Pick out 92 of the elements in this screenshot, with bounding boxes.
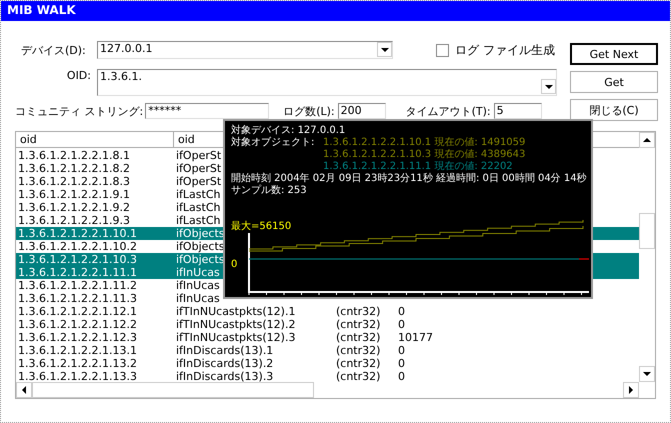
table-cell: ifInDiscards(13).3 <box>176 370 274 383</box>
timeout-label: タイムアウト(T): <box>406 104 491 118</box>
table-cell: ifOperSt <box>176 149 222 162</box>
table-cell: ifTInNUcastpkts(12).1 <box>176 305 296 318</box>
object-reading: 1.3.6.1.2.1.2.2.1.10.3 現在の値: 4389643 <box>323 149 526 161</box>
table-cell: ifInUcas <box>176 279 220 292</box>
table-cell: 1.3.6.1.2.1.2.2.1.8.3 <box>18 175 130 188</box>
table-cell: 1.3.6.1.2.1.2.2.1.10.2 <box>18 240 137 253</box>
table-cell: ifObjects <box>176 253 224 266</box>
device-value: 127.0.0.1 <box>298 125 346 137</box>
table-cell: ifLastCh <box>176 188 220 201</box>
log-count-label: ログ数(L): <box>283 104 335 118</box>
object-reading: 1.3.6.1.2.1.2.2.1.11.1 現在の値: 22202 <box>323 161 513 172</box>
table-row[interactable]: 1.3.6.1.2.1.2.2.1.12.3 ifTInNUcastpkts(12).3 (cntr32) 10177 <box>16 331 639 344</box>
dialog-button[interactable]: 閉じる(C) <box>570 99 658 121</box>
community-field[interactable]: ****** <box>145 103 270 119</box>
table-cell: 1.3.6.1.2.1.2.2.1.9.3 <box>18 214 130 227</box>
table-cell: 1.3.6.1.2.1.2.2.1.13.1 <box>18 344 137 357</box>
table-cell: 0 <box>398 357 405 370</box>
current-marker <box>578 258 590 260</box>
table-cell: 1.3.6.1.2.1.2.2.1.10.1 <box>18 227 137 240</box>
objects-label: 対象オブジェクト: <box>231 137 314 148</box>
log-file-label: ログ ファイル生成 <box>455 42 555 58</box>
table-cell: 1.3.6.1.2.1.2.2.1.8.1 <box>18 149 130 162</box>
log-file-checkbox[interactable] <box>436 44 449 56</box>
table-cell: (cntr32) <box>336 344 380 357</box>
timeout-spinbox[interactable]: 5 <box>494 103 542 119</box>
table-cell: 1.3.6.1.2.1.2.2.1.12.2 <box>18 318 137 331</box>
table-cell: 1.3.6.1.2.1.2.2.1.12.3 <box>18 331 137 344</box>
table-cell: 1.3.6.1.2.1.2.2.1.11.1 <box>18 266 137 279</box>
oid-combobox[interactable]: 1.3.6.1. <box>97 69 557 96</box>
horizontal-scrollbar[interactable] <box>16 382 639 398</box>
device-label: デバイス(D): <box>20 42 87 58</box>
window-title: MIB WALK <box>7 3 76 17</box>
table-cell: (cntr32) <box>336 370 380 383</box>
table-cell: ifInDiscards(13).1 <box>176 344 274 357</box>
table-row[interactable]: 1.3.6.1.2.1.2.2.1.12.1 ifTInNUcastpkts(12).1 (cntr32) 0 <box>16 305 639 318</box>
community-label: コミュニティ ストリング: <box>15 104 144 118</box>
table-cell: ifObjects <box>176 240 224 253</box>
table-cell: ifInUcas <box>176 292 220 305</box>
table-cell: (cntr32) <box>336 357 380 370</box>
scroll-down-icon[interactable] <box>639 366 655 382</box>
scroll-right-icon[interactable] <box>623 382 639 398</box>
table-cell: ifTInNUcastpkts(12).3 <box>176 331 296 344</box>
table-cell: 1.3.6.1.2.1.2.2.1.12.1 <box>18 305 137 318</box>
table-cell: ifTInNUcastpkts(12).2 <box>176 318 296 331</box>
device-label: 対象デバイス: <box>231 125 294 136</box>
table-cell: (cntr32) <box>336 305 380 318</box>
table-cell: 1.3.6.1.2.1.2.2.1.10.3 <box>18 253 137 266</box>
table-row[interactable]: 1.3.6.1.2.1.2.2.1.13.1 ifInDiscards(13).1 (cntr32) 0 <box>16 344 639 357</box>
table-cell: ifObjects <box>176 227 224 240</box>
table-cell: ifInDiscards(13).2 <box>176 357 274 370</box>
table-cell: (cntr32) <box>336 318 380 331</box>
table-cell: 0 <box>398 318 405 331</box>
table-cell: ifLastCh <box>176 201 220 214</box>
column-header[interactable]: oid <box>16 132 174 147</box>
table-row[interactable]: 1.3.6.1.2.1.2.2.1.13.2 ifInDiscards(13).2 (cntr32) 0 <box>16 357 639 370</box>
oid-label: OID: <box>66 69 92 82</box>
table-cell: 1.3.6.1.2.1.2.2.1.9.1 <box>18 188 130 201</box>
table-cell: 1.3.6.1.2.1.2.2.1.9.2 <box>18 201 130 214</box>
table-cell: ifInUcas <box>176 266 220 279</box>
scroll-up-icon[interactable] <box>639 132 655 148</box>
dialog-button[interactable]: Get <box>570 71 658 93</box>
device-value: 127.0.0.1 <box>100 42 152 55</box>
table-cell: (cntr32) <box>336 331 380 344</box>
scroll-left-icon[interactable] <box>16 382 32 398</box>
table-cell: ifOperSt <box>176 162 222 175</box>
table-cell: 1.3.6.1.2.1.2.2.1.8.2 <box>18 162 130 175</box>
table-cell: 0 <box>398 344 405 357</box>
log-count-spinbox[interactable]: 200 <box>338 103 386 119</box>
time-info: 開始時刻 2004年 02月 09日 23時23分11秒 経過時間: 0日 00時間 04分 14秒 <box>231 173 585 184</box>
object-reading: 1.3.6.1.2.1.2.2.1.10.1 現在の値: 1491059 <box>323 137 526 149</box>
scroll-thumb[interactable] <box>32 382 314 398</box>
table-cell: 1.3.6.1.2.1.2.2.1.13.3 <box>18 370 137 383</box>
table-row[interactable]: 1.3.6.1.2.1.2.2.1.12.2 ifTInNUcastpkts(12).2 (cntr32) 0 <box>16 318 639 331</box>
oid-value: 1.3.6.1. <box>100 70 142 83</box>
table-cell: 10177 <box>398 331 433 344</box>
dialog-button[interactable]: Get Next <box>570 43 658 65</box>
table-cell: ifOperSt <box>176 175 222 188</box>
table-cell: 0 <box>398 305 405 318</box>
table-cell: 1.3.6.1.2.1.2.2.1.11.3 <box>18 292 137 305</box>
scroll-thumb[interactable] <box>639 213 655 249</box>
zero-label: 0 <box>231 259 238 270</box>
table-cell: 1.3.6.1.2.1.2.2.1.13.2 <box>18 357 137 370</box>
device-combobox[interactable]: 127.0.0.1 <box>97 41 393 59</box>
table-row[interactable]: 1.3.6.1.2.1.2.2.1.13.3 ifInDiscards(13).3 (cntr32) 0 <box>16 370 639 383</box>
vertical-scrollbar[interactable] <box>639 132 655 382</box>
max-label: 最大=56150 <box>231 219 294 233</box>
table-cell: 1.3.6.1.2.1.2.2.1.11.2 <box>18 279 137 292</box>
table-cell: 0 <box>398 370 405 383</box>
sample-count: サンプル数: 253 <box>231 185 308 197</box>
table-cell: ifLastCh <box>176 214 220 227</box>
